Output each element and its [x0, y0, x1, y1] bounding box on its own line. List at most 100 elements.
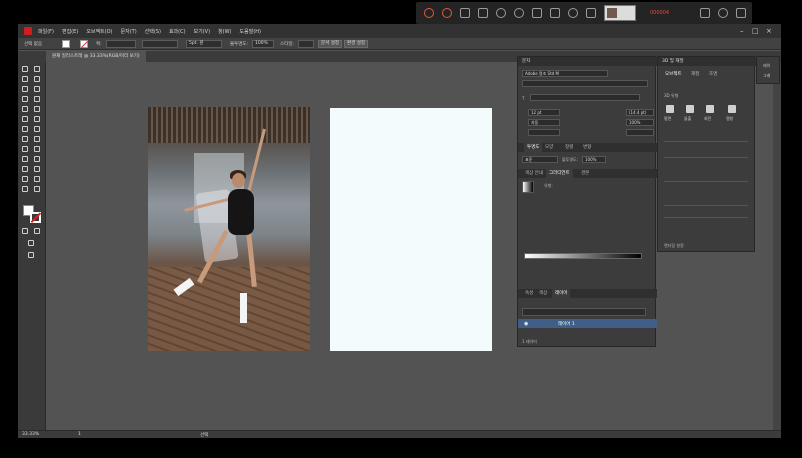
tab-align[interactable]: 정렬 — [562, 143, 576, 152]
inflate-icon[interactable] — [728, 105, 736, 113]
zoom-out-icon[interactable] — [514, 8, 524, 18]
color-mode-icon[interactable] — [22, 228, 28, 234]
eye-icon[interactable]: ◉ — [524, 321, 528, 327]
record-alt-icon[interactable] — [442, 8, 452, 18]
hand-tool-icon[interactable] — [22, 186, 28, 192]
kerning-field[interactable]: 자동 — [528, 119, 560, 126]
brush-field[interactable]: 5pt. 원 — [186, 40, 222, 48]
rectangle-tool-icon[interactable] — [22, 106, 28, 112]
eyedropper-tool-icon[interactable] — [34, 166, 40, 172]
settings-icon[interactable] — [718, 8, 728, 18]
close-capture-icon[interactable] — [736, 8, 746, 18]
draw-mode-icon[interactable] — [28, 240, 34, 246]
canvas-area[interactable] — [47, 62, 517, 430]
variable-width-field[interactable] — [142, 40, 178, 48]
font-family-field[interactable]: Adobe 명조 Std M — [522, 70, 608, 77]
menu-object[interactable]: 오브젝트(O) — [86, 28, 112, 35]
horizontal-scale-field[interactable]: 100% — [626, 119, 654, 126]
mesh-tool-icon[interactable] — [34, 156, 40, 162]
eraser-icon[interactable] — [586, 8, 596, 18]
shaper-tool-icon[interactable] — [22, 116, 28, 122]
tab-appearance[interactable]: 모양 — [542, 143, 556, 152]
tab-transparency[interactable]: 투명도 — [524, 143, 543, 152]
selection-tool-icon[interactable] — [22, 66, 28, 72]
stroke-color-swatch[interactable] — [30, 212, 41, 223]
close-icon[interactable]: × — [766, 27, 772, 35]
scale-tool-icon[interactable] — [22, 136, 28, 142]
tab-color-guide[interactable]: 색상 안내 — [522, 169, 546, 178]
tab-swatches[interactable]: 견본 — [578, 169, 592, 178]
artboard-blank[interactable] — [330, 108, 492, 351]
capture-thumbnail[interactable] — [604, 5, 636, 21]
menu-window[interactable]: 창(W) — [218, 28, 231, 35]
screen-mode-icon[interactable] — [28, 252, 34, 258]
font-size-field[interactable]: 12 pt — [528, 109, 560, 116]
menu-file[interactable]: 파일(F) — [38, 28, 54, 35]
pen-icon[interactable] — [478, 8, 488, 18]
tab-3d-object[interactable]: 오브젝트 — [662, 70, 685, 79]
font-search-field[interactable] — [530, 94, 640, 101]
menu-effect[interactable]: 효과(C) — [169, 28, 186, 35]
blend-mode-select[interactable]: 표준 — [522, 156, 558, 163]
eraser-tool-icon[interactable] — [22, 126, 28, 132]
tab-properties[interactable]: 속성 — [522, 289, 536, 298]
line-tool-icon[interactable] — [34, 96, 40, 102]
layer-search-field[interactable] — [522, 308, 646, 316]
lasso-tool-icon[interactable] — [34, 76, 40, 82]
maximize-icon[interactable]: □ — [752, 27, 759, 35]
screen-icon[interactable] — [460, 8, 470, 18]
render-settings-label[interactable]: 렌더링 설정 — [664, 243, 684, 249]
tab-gradient[interactable]: 그라디언트 — [546, 169, 573, 178]
strip-graph[interactable]: 그래 — [763, 73, 770, 79]
perspective-grid-tool-icon[interactable] — [22, 156, 28, 162]
tab-3d-materials[interactable]: 재질 — [688, 70, 702, 79]
stroke-weight-field[interactable] — [106, 40, 136, 48]
document-tab[interactable]: 원재 일러스트레 @ 33.33%(RGB/미리 보기) — [46, 51, 146, 62]
gradient-tool-icon[interactable] — [22, 166, 28, 172]
rotate-tool-icon[interactable] — [34, 126, 40, 132]
artboard-dancer-photo[interactable] — [148, 107, 310, 351]
artboard-number[interactable]: 1 — [78, 432, 81, 437]
type-tool-icon[interactable] — [22, 96, 28, 102]
zoom-in-icon[interactable] — [496, 8, 506, 18]
none-mode-icon[interactable] — [34, 228, 40, 234]
shape-builder-tool-icon[interactable] — [34, 146, 40, 152]
blend-tool-icon[interactable] — [22, 176, 28, 182]
opacity-field[interactable]: 100% — [252, 40, 274, 48]
opacity-field[interactable]: 100% — [582, 156, 606, 163]
tracking-field[interactable] — [528, 129, 560, 136]
tab-3d-lighting[interactable]: 조명 — [706, 70, 720, 79]
tab-transform[interactable]: 변형 — [580, 143, 594, 152]
menu-view[interactable]: 보기(V) — [194, 28, 211, 35]
record-icon[interactable] — [424, 8, 434, 18]
highlight-icon[interactable] — [550, 8, 560, 18]
drop-icon[interactable] — [568, 8, 578, 18]
menu-help[interactable]: 도움말(H) — [240, 28, 261, 35]
menu-select[interactable]: 선택(S) — [145, 28, 161, 35]
pen-tool-icon[interactable] — [22, 86, 28, 92]
menu-edit[interactable]: 편집(E) — [62, 28, 78, 35]
leading-field[interactable]: (14.4 pt) — [626, 109, 654, 116]
text-box-icon[interactable] — [532, 8, 542, 18]
gradient-slider[interactable] — [524, 253, 642, 259]
pencil-tool-icon[interactable] — [34, 116, 40, 122]
direct-selection-tool-icon[interactable] — [34, 66, 40, 72]
character-panel-header[interactable]: 문자 — [518, 57, 657, 66]
width-tool-icon[interactable] — [34, 136, 40, 142]
stroke-swatch[interactable] — [80, 40, 88, 48]
baseline-field[interactable] — [626, 129, 654, 136]
plane-icon[interactable] — [666, 105, 674, 113]
tab-layers[interactable]: 레이어 — [552, 289, 571, 298]
zoom-level[interactable]: 33.33% — [22, 432, 39, 437]
paintbrush-tool-icon[interactable] — [34, 106, 40, 112]
font-style-field[interactable] — [522, 80, 648, 87]
curvature-tool-icon[interactable] — [34, 86, 40, 92]
menu-type[interactable]: 문자(T) — [121, 28, 137, 35]
cursor-icon[interactable] — [700, 8, 710, 18]
canvas-scrollbar[interactable] — [773, 62, 781, 430]
document-setup-button[interactable]: 문서 설정 — [318, 40, 342, 48]
zoom-tool-icon[interactable] — [34, 186, 40, 192]
gradient-preview-swatch[interactable] — [522, 181, 534, 193]
preferences-button[interactable]: 환경 설정 — [344, 40, 368, 48]
revolve-icon[interactable] — [706, 105, 714, 113]
